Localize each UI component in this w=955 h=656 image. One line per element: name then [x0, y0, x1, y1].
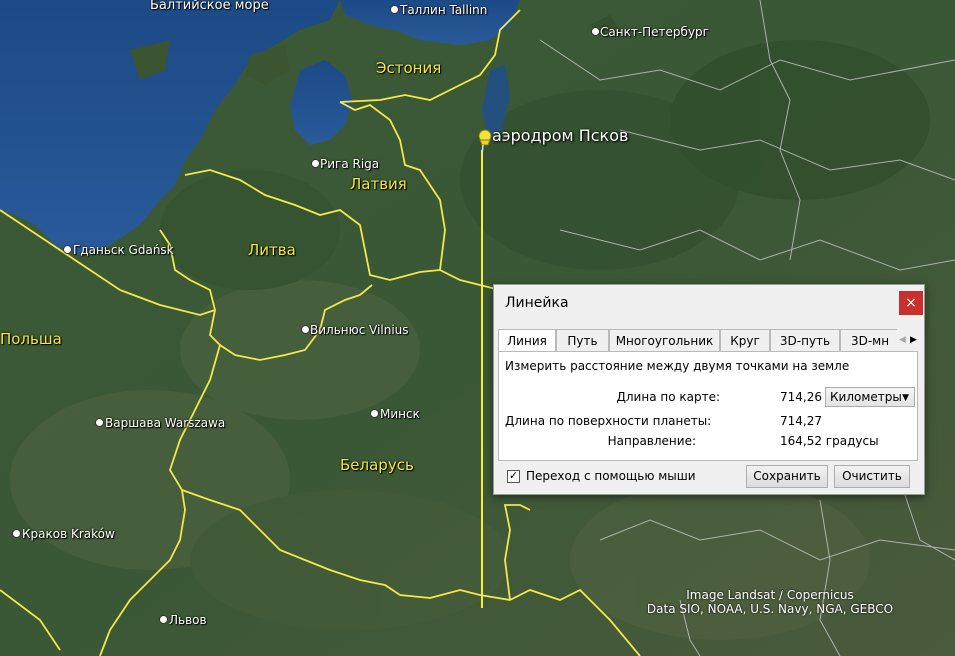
place-label: аэродром Псков	[492, 126, 629, 145]
save-button[interactable]: Сохранить	[746, 465, 828, 488]
tab-scroll-right-icon[interactable]: ▶	[908, 329, 919, 351]
city-dot-tallinn	[390, 5, 399, 14]
tab-3d-polygon[interactable]: 3D-мн	[840, 329, 897, 351]
city-label-vilnius: Вильнюс Vilnius	[310, 323, 409, 337]
tab-scroll: ◀ ▶	[897, 329, 919, 351]
city-label-riga: Рига Riga	[320, 157, 380, 171]
tab-3d-path[interactable]: 3D-путь	[770, 329, 840, 351]
country-label-belarus: Беларусь	[340, 456, 414, 474]
map-length-label: Длина по карте:	[616, 390, 721, 404]
imagery-credit: Image Landsat / Copernicus Data SIO, NOA…	[640, 588, 900, 616]
country-label-latvia: Латвия	[350, 175, 407, 193]
ground-length-label: Длина по поверхности планеты:	[505, 414, 712, 428]
clear-button[interactable]: Очистить	[834, 465, 910, 488]
tab-circle[interactable]: Круг	[720, 329, 770, 351]
chevron-down-icon: ▼	[902, 393, 909, 403]
unit-select[interactable]: Километры ▼	[825, 387, 915, 407]
city-label-warsaw: Варшава Warszawa	[105, 416, 226, 430]
unit-select-value: Километры	[830, 390, 902, 404]
tab-line[interactable]: Линия	[498, 329, 556, 351]
mouse-nav-label: Переход с помощью мыши	[526, 469, 696, 483]
tab-scroll-left-icon[interactable]: ◀	[897, 329, 908, 351]
city-dot-spb	[591, 27, 600, 36]
heading-value: 164,52 градусы	[780, 434, 879, 448]
country-label-estonia: Эстония	[376, 59, 442, 77]
city-label-krakow: Краков Kraków	[22, 527, 115, 541]
city-label-tallinn: Таллин Tallinn	[400, 3, 488, 17]
dialog-title: Линейка	[505, 295, 569, 311]
city-dot-lviv	[159, 615, 168, 624]
country-label-lithuania: Литва	[248, 241, 296, 259]
city-dot-vilnius	[301, 325, 310, 334]
credit-line-1: Image Landsat / Copernicus	[686, 588, 854, 602]
city-dot-riga	[311, 159, 320, 168]
tab-bar: Линия Путь Многоугольник Круг 3D-путь 3D…	[498, 329, 897, 351]
mouse-nav-checkbox[interactable]: ✓	[507, 470, 520, 483]
city-dot-krakow	[12, 529, 21, 538]
ruler-dialog: Линейка × Линия Путь Многоугольник Круг …	[493, 284, 925, 495]
city-label-minsk: Минск	[380, 407, 420, 421]
city-dot-minsk	[370, 409, 379, 418]
credit-line-2: Data SIO, NOAA, U.S. Navy, NGA, GEBCO	[646, 602, 894, 616]
description-text: Измерить расстояние между двумя точками …	[505, 359, 850, 373]
city-label-gdansk: Гданьск Gdańsk	[73, 243, 174, 257]
ground-length-value: 714,27	[780, 414, 822, 428]
city-dot-warsaw	[95, 418, 104, 427]
country-label-poland: Польша	[0, 330, 62, 348]
city-label-spb: Санкт-Петербург	[600, 25, 709, 39]
heading-label: Направление:	[607, 434, 696, 448]
close-button[interactable]: ×	[899, 291, 923, 315]
tab-polygon[interactable]: Многоугольник	[609, 329, 720, 351]
sea-label: Балтийское море	[150, 0, 269, 13]
map-length-value: 714,26	[780, 390, 822, 404]
city-label-lviv: Львов	[169, 613, 207, 627]
line-tab-panel: Измерить расстояние между двумя точками …	[498, 351, 918, 461]
tab-path[interactable]: Путь	[556, 329, 609, 351]
city-dot-gdansk	[63, 245, 72, 254]
